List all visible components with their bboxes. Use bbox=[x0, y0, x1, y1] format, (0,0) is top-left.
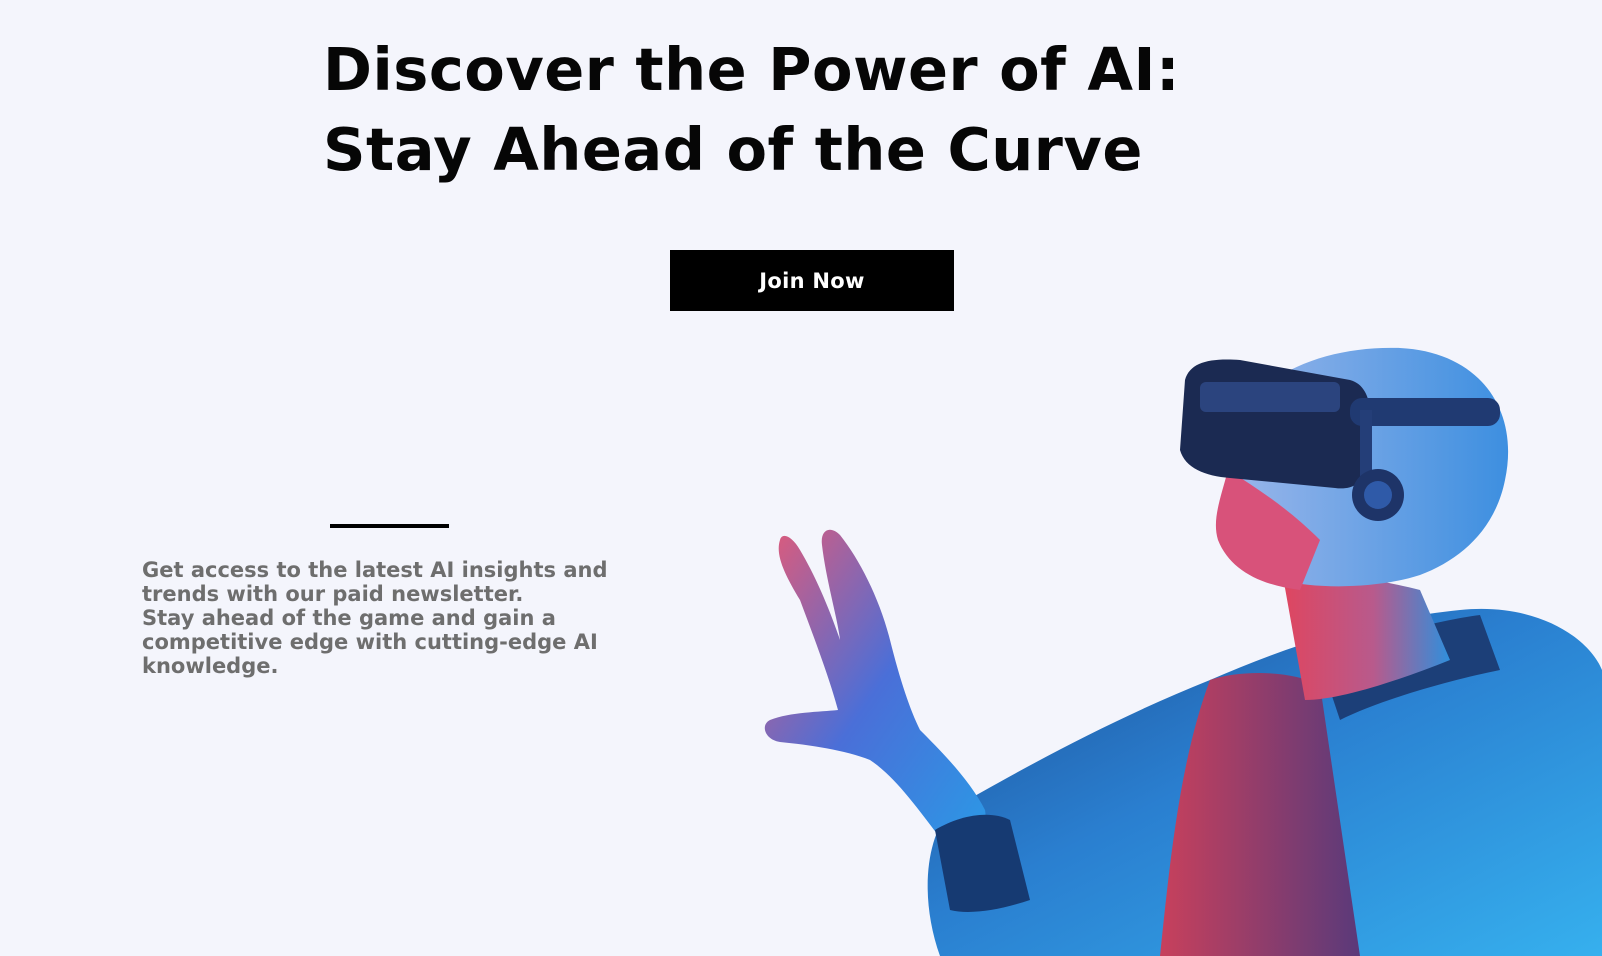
vr-headset-icon bbox=[1180, 359, 1371, 489]
raised-hand-shape bbox=[764, 529, 986, 853]
hero-title: Discover the Power of AI: Stay Ahead of … bbox=[323, 30, 1323, 190]
vr-headset-front bbox=[1200, 382, 1340, 412]
description-line: knowledge. bbox=[142, 654, 279, 678]
join-now-button[interactable]: Join Now bbox=[670, 250, 954, 311]
hero-title-line-2: Stay Ahead of the Curve bbox=[323, 115, 1143, 184]
vr-headset-man-image bbox=[764, 347, 1602, 956]
description-line: Stay ahead of the game and gain a bbox=[142, 606, 556, 630]
newsletter-description: Get access to the latest AI insights and… bbox=[142, 558, 682, 678]
vr-headset-strap bbox=[1350, 398, 1500, 426]
description-line: competitive edge with cutting-edge AI bbox=[142, 630, 598, 654]
hero-title-line-1: Discover the Power of AI: bbox=[323, 35, 1181, 104]
description-line: Get access to the latest AI insights and bbox=[142, 558, 608, 582]
accent-divider bbox=[330, 524, 449, 528]
description-line: trends with our paid newsletter. bbox=[142, 582, 524, 606]
